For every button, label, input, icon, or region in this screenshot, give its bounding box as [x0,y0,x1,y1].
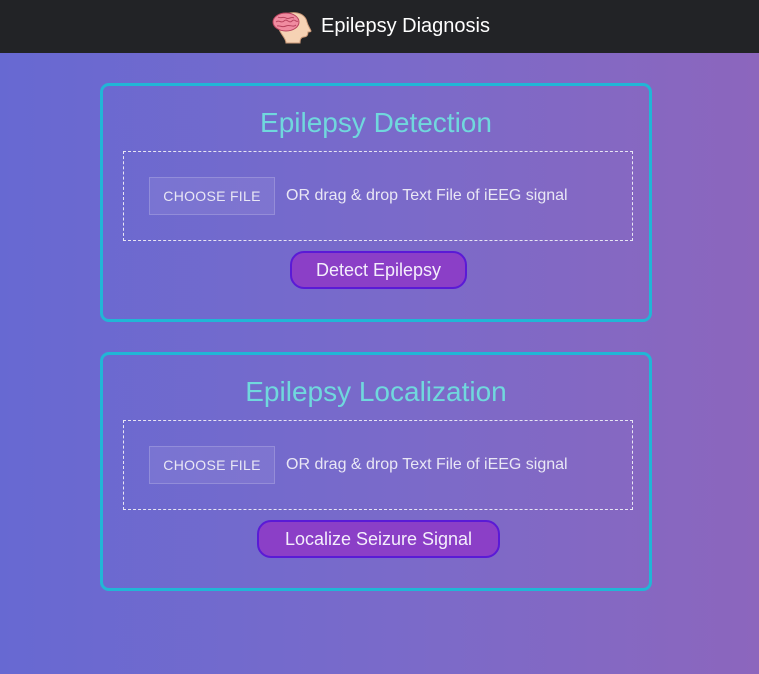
localization-dropzone[interactable]: CHOOSE FILE OR drag & drop Text File of … [123,420,633,510]
localization-title: Epilepsy Localization [245,376,507,407]
brand-link[interactable]: Epilepsy Diagnosis [269,10,490,44]
brand-title: Epilepsy Diagnosis [321,15,490,37]
localization-card: Epilepsy Localization CHOOSE FILE OR dra… [100,352,652,591]
detection-card: Epilepsy Detection CHOOSE FILE OR drag &… [100,83,652,322]
localize-seizure-button[interactable]: Localize Seizure Signal [257,520,500,558]
localization-choose-file-button[interactable]: CHOOSE FILE [149,446,275,484]
detection-choose-file-button[interactable]: CHOOSE FILE [149,177,275,215]
navbar: Epilepsy Diagnosis [0,0,759,53]
detection-title: Epilepsy Detection [260,107,492,138]
detect-epilepsy-button[interactable]: Detect Epilepsy [290,251,467,289]
brain-head-icon [269,10,313,44]
localization-drop-hint: OR drag & drop Text File of iEEG signal [286,456,568,473]
detection-dropzone[interactable]: CHOOSE FILE OR drag & drop Text File of … [123,151,633,241]
detection-drop-hint: OR drag & drop Text File of iEEG signal [286,187,568,204]
